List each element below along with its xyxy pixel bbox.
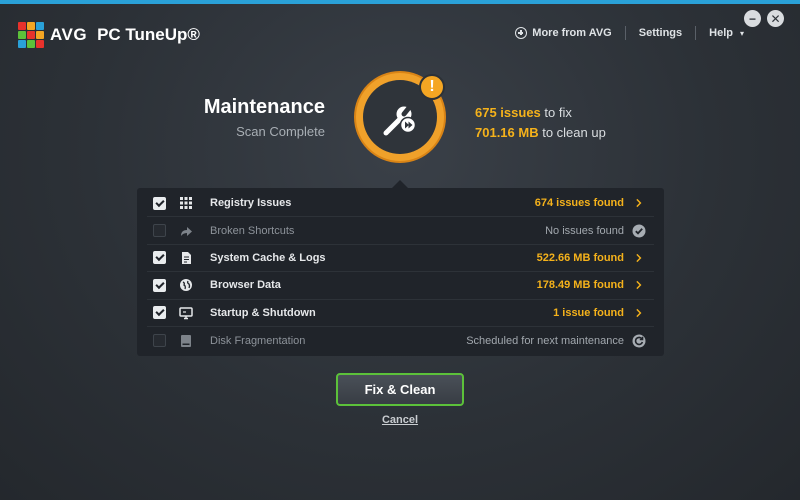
logo-square — [27, 31, 35, 39]
more-from-avg-link[interactable]: More from AVG — [515, 27, 612, 39]
scan-item-checkbox[interactable] — [153, 334, 166, 348]
disk-icon — [179, 334, 193, 348]
logo-square — [36, 40, 44, 48]
app-logo: AVG PC TuneUp® — [18, 22, 200, 48]
scan-item-label: System Cache & Logs — [210, 251, 326, 264]
fix-and-clean-button[interactable]: Fix & Clean — [336, 373, 464, 406]
logo-square — [36, 22, 44, 30]
minimize-button[interactable]: − — [744, 10, 761, 27]
scan-item-status: No issues found — [545, 224, 624, 237]
scan-item-checkbox[interactable] — [153, 278, 166, 292]
scan-item-row[interactable]: System Cache & Logs 522.66 MB found — [147, 245, 654, 273]
scan-item-row[interactable]: Startup & Shutdown 1 issue found — [147, 300, 654, 327]
scan-results-summary: 675 issues to fix 701.16 MB to clean up — [475, 103, 606, 143]
alert-badge: ! — [419, 74, 445, 100]
scan-item-checkbox[interactable] — [153, 196, 166, 210]
plus-circle-icon — [515, 27, 528, 39]
scan-summary-heading: Maintenance Scan Complete — [204, 96, 325, 139]
chevron-right-icon[interactable] — [632, 278, 646, 292]
page-title: Maintenance — [203, 96, 325, 118]
check-circle-icon — [632, 224, 646, 238]
brand-name: AVG — [50, 25, 88, 44]
scan-item-checkbox[interactable] — [153, 224, 166, 238]
product-name: PC TuneUp® — [97, 25, 200, 44]
avg-logo-icon — [18, 22, 44, 48]
scan-item-row: Disk Fragmentation Scheduled for next mai… — [147, 327, 654, 354]
schedule-circle-icon — [632, 334, 646, 348]
scan-item-status: Scheduled for next maintenance — [466, 334, 624, 347]
scan-item-status: 178.49 MB found — [536, 279, 624, 292]
cancel-link[interactable]: Cancel — [0, 414, 800, 426]
scan-item-label: Disk Fragmentation — [210, 334, 306, 347]
nav-divider — [624, 26, 626, 40]
globe-icon — [179, 278, 193, 292]
scan-items-panel: Registry Issues 674 issues found Broken Sh… — [137, 188, 664, 356]
window-controls: − ✕ — [744, 10, 784, 27]
scan-item-status: 674 issues found — [534, 197, 624, 210]
top-accent-bar — [0, 0, 800, 4]
help-label: Help — [709, 27, 733, 39]
scan-item-label: Broken Shortcuts — [210, 224, 295, 237]
help-menu[interactable]: Help ▾ — [709, 27, 744, 39]
scan-item-label: Browser Data — [210, 279, 281, 292]
scan-item-checkbox[interactable] — [153, 251, 166, 265]
logo-square — [18, 31, 26, 39]
monitor-icon — [179, 306, 193, 320]
settings-link[interactable]: Settings — [639, 27, 682, 39]
scan-item-status: 1 issue found — [553, 306, 624, 319]
scan-item-label: Startup & Shutdown — [210, 306, 316, 319]
logo-square — [27, 22, 35, 30]
chevron-right-icon[interactable] — [632, 306, 646, 320]
cleanup-summary: 701.16 MB to clean up — [475, 123, 606, 143]
logo-square — [18, 40, 26, 48]
close-button[interactable]: ✕ — [767, 10, 784, 27]
cleanup-size: 701.16 MB — [475, 125, 539, 140]
logo-square — [36, 31, 44, 39]
issues-text: to fix — [540, 105, 572, 120]
issues-count: 675 issues — [475, 105, 541, 120]
nav-divider — [695, 26, 697, 40]
more-from-avg-label: More from AVG — [532, 27, 612, 39]
shortcut-arrow-icon — [179, 224, 193, 238]
chevron-right-icon[interactable] — [632, 196, 646, 210]
scan-item-label: Registry Issues — [210, 197, 292, 210]
document-icon — [179, 251, 193, 265]
top-navigation: More from AVG Settings Help ▾ — [515, 26, 744, 40]
page-subtitle: Scan Complete — [236, 124, 325, 139]
scan-item-row[interactable]: Browser Data 178.49 MB found — [147, 272, 654, 300]
grid-icon — [179, 196, 193, 210]
logo-square — [18, 22, 26, 30]
issues-summary: 675 issues to fix — [475, 103, 606, 123]
scan-item-row[interactable]: Registry Issues 674 issues found — [147, 190, 654, 218]
settings-label: Settings — [638, 27, 683, 39]
chevron-right-icon[interactable] — [632, 251, 646, 265]
logo-square — [27, 40, 35, 48]
cleanup-text: to clean up — [538, 125, 606, 140]
scan-item-checkbox[interactable] — [153, 306, 166, 320]
scan-item-status: 522.66 MB found — [536, 251, 624, 264]
scan-item-row: Broken Shortcuts No issues found — [147, 217, 654, 245]
chevron-down-icon: ▾ — [739, 28, 744, 38]
